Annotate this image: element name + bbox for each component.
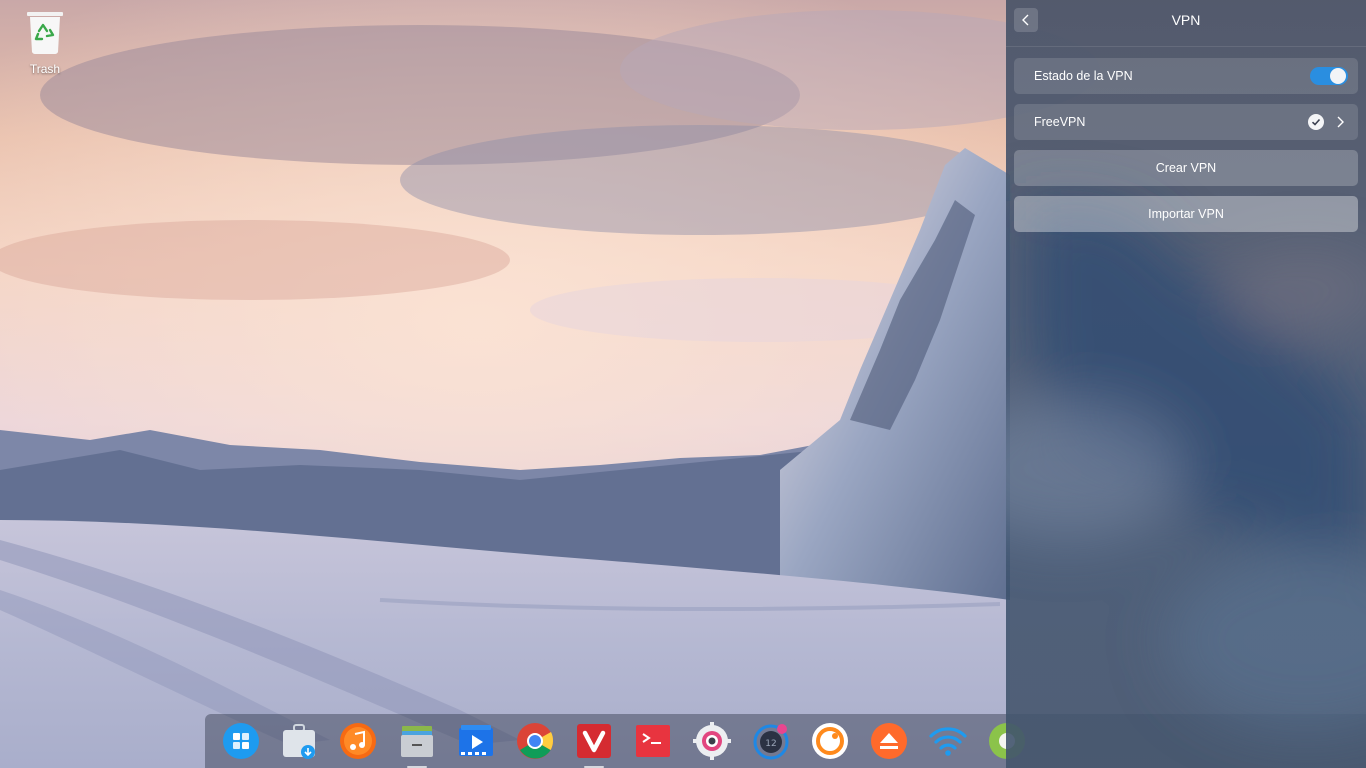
checkmark-icon: [1308, 114, 1324, 130]
eject-icon: [871, 723, 907, 759]
dock-launcher[interactable]: [221, 721, 261, 761]
vpn-status-row: Estado de la VPN: [1014, 58, 1358, 94]
dock-vivaldi[interactable]: [574, 721, 614, 768]
dock-terminal[interactable]: [633, 721, 673, 761]
chrome-icon: [517, 723, 554, 759]
panel-header: VPN: [1006, 0, 1366, 47]
chevron-right-icon[interactable]: [1332, 114, 1348, 130]
notification-calendar-icon: 12: [753, 724, 789, 760]
dock-file-manager[interactable]: [397, 721, 437, 768]
dock-notifications[interactable]: 12: [751, 721, 791, 761]
vpn-status-label: Estado de la VPN: [1034, 69, 1133, 83]
dock-eject[interactable]: [869, 721, 909, 761]
dock-app-store[interactable]: [279, 721, 319, 761]
panel-title: VPN: [1171, 12, 1201, 28]
deepin-browser-icon: [812, 723, 848, 759]
create-vpn-button[interactable]: Crear VPN: [1014, 150, 1358, 186]
terminal-icon: [636, 725, 670, 757]
vpn-status-toggle[interactable]: [1310, 67, 1348, 85]
vpn-connection-name: FreeVPN: [1034, 115, 1086, 129]
wifi-icon: [929, 727, 967, 756]
vivaldi-icon: [577, 724, 611, 758]
file-manager-icon: [401, 726, 433, 757]
settings-icon: [693, 722, 731, 760]
dock-video-player[interactable]: [456, 721, 496, 761]
dock-browser[interactable]: [810, 721, 850, 761]
video-player-icon: [459, 725, 493, 756]
app-store-icon: [283, 724, 315, 759]
toggle-knob: [1330, 68, 1346, 84]
vpn-connection-freevpn[interactable]: FreeVPN: [1014, 104, 1358, 140]
dock-music[interactable]: [338, 721, 378, 761]
desktop-icon-trash[interactable]: Trash: [14, 10, 76, 76]
control-center-panel: VPN Estado de la VPN FreeVPN Crear VPN I…: [1006, 0, 1366, 768]
dock-wifi[interactable]: [928, 721, 968, 761]
music-icon: [340, 723, 376, 759]
dock-settings[interactable]: [692, 721, 732, 761]
dock-chrome[interactable]: [515, 721, 555, 761]
desktop-icon-label: Trash: [29, 62, 61, 76]
trash-icon: [25, 10, 65, 56]
notification-badge: 12: [765, 739, 776, 749]
launcher-icon: [223, 723, 259, 759]
import-vpn-button[interactable]: Importar VPN: [1014, 196, 1358, 232]
